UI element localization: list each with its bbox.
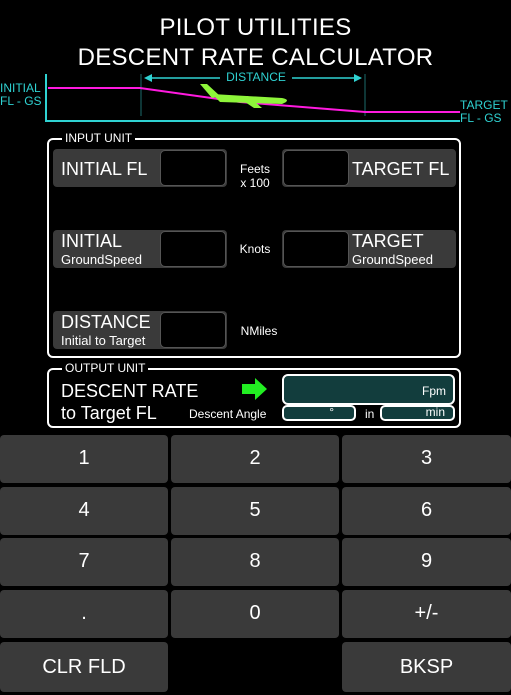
target-gs-sublabel: GroundSpeed [352, 252, 433, 267]
diagram-target-label: TARGET FL - GS [460, 98, 508, 125]
key-decimal[interactable]: . [0, 590, 168, 638]
app-title: PILOT UTILITIES [159, 14, 352, 41]
initial-fl-label: INITIAL FL [61, 159, 148, 179]
initial-gs-input[interactable] [160, 231, 226, 267]
key-8[interactable]: 8 [171, 538, 339, 586]
target-gs-input[interactable] [283, 231, 349, 267]
output-unit-legend: OUTPUT UNIT [62, 362, 149, 375]
distance-sublabel: Initial to Target [61, 333, 146, 348]
arrow-left-icon [144, 74, 152, 82]
descent-rate-sublabel: to Target FL [61, 403, 157, 423]
key-sign-toggle[interactable]: +/- [342, 590, 511, 638]
key-9[interactable]: 9 [342, 538, 511, 586]
in-label: in [365, 407, 375, 421]
arrow-right-icon [242, 378, 267, 400]
key-4[interactable]: 4 [0, 487, 168, 535]
distance-unit-label: NMiles [240, 324, 278, 338]
distance-label: DISTANCE [61, 312, 151, 332]
key-1[interactable]: 1 [0, 435, 168, 483]
descent-rate-label: DESCENT RATE [61, 381, 199, 401]
clear-field-button[interactable]: CLR FLD [0, 642, 168, 692]
key-7[interactable]: 7 [0, 538, 168, 586]
target-gs-label: TARGET [352, 231, 424, 251]
key-6[interactable]: 6 [342, 487, 511, 535]
initial-fl-input[interactable] [160, 150, 226, 186]
descent-angle-label: Descent Angle [189, 407, 267, 421]
target-fl-label: TARGET FL [352, 159, 450, 179]
page-title: DESCENT RATE CALCULATOR [77, 44, 434, 71]
key-0[interactable]: 0 [171, 590, 339, 638]
descent-time-output: min [380, 405, 455, 421]
descent-rate-output: Fpm [282, 374, 455, 405]
initial-gs-label: INITIAL [61, 231, 123, 251]
initial-gs-sublabel: GroundSpeed [61, 252, 142, 267]
diagram-distance-label: DISTANCE [226, 70, 286, 84]
backspace-button[interactable]: BKSP [342, 642, 511, 692]
key-5[interactable]: 5 [171, 487, 339, 535]
input-unit-legend: INPUT UNIT [62, 132, 136, 145]
distance-input[interactable] [160, 312, 226, 348]
target-fl-input[interactable] [283, 150, 349, 186]
arrow-right-icon [354, 74, 362, 82]
descent-angle-output: ° [282, 405, 356, 421]
key-2[interactable]: 2 [171, 435, 339, 483]
gs-unit-label: Knots [239, 242, 271, 256]
fl-unit-label: Feets x 100 [239, 162, 270, 190]
key-3[interactable]: 3 [342, 435, 511, 483]
